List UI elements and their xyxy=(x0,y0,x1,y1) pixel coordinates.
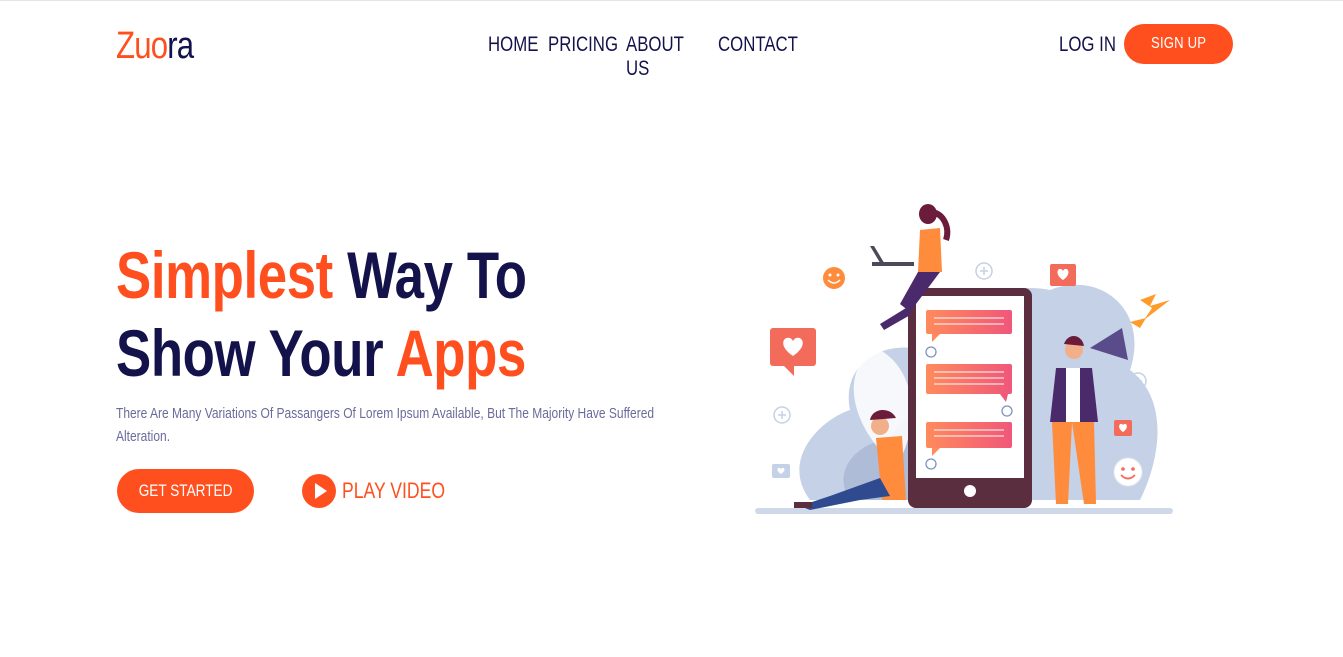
hero-illustration xyxy=(755,204,1173,514)
heart-icon xyxy=(772,464,790,478)
login-link[interactable]: LOG IN xyxy=(1059,33,1116,57)
play-icon xyxy=(302,474,336,508)
signup-button-label: SIGN UP xyxy=(1150,35,1207,52)
hero-title-part-1: Way To xyxy=(332,238,527,312)
smile-icon xyxy=(823,267,845,289)
nav-item-home[interactable]: HOME xyxy=(488,33,538,81)
phone-home-button xyxy=(964,485,976,497)
heart-icon xyxy=(1050,264,1076,286)
hero-description: There Are Many Variations Of Passangers … xyxy=(116,405,655,445)
hero-title-accent-2: Apps xyxy=(395,316,527,390)
play-video-button[interactable]: PLAY VIDEO xyxy=(302,474,471,508)
nav-item-contact[interactable]: CONTACT xyxy=(718,33,798,81)
nav-item-about-us[interactable]: ABOUT US xyxy=(626,33,687,81)
get-started-label: GET STARTED xyxy=(138,481,233,500)
brand-logo-part2: ra xyxy=(167,25,194,67)
smile-icon xyxy=(1113,457,1143,487)
get-started-button[interactable]: GET STARTED xyxy=(117,469,254,513)
plus-circle-icon xyxy=(773,406,791,424)
heart-icon xyxy=(770,328,816,376)
nav-item-pricing[interactable]: PRICING xyxy=(548,33,618,81)
play-video-label: PLAY VIDEO xyxy=(342,478,446,503)
ground-line xyxy=(755,508,1173,514)
lightning-icon xyxy=(1130,318,1146,328)
hero-title-accent-1: Simplest xyxy=(116,238,333,312)
brand-logo[interactable]: Zuora xyxy=(116,24,194,68)
signup-button[interactable]: SIGN UP xyxy=(1124,24,1233,64)
hero-title: Simplest Way To Show Your Apps xyxy=(116,236,527,392)
lightning-icon xyxy=(1140,294,1170,320)
heart-icon xyxy=(1114,420,1132,436)
main-nav: HOME PRICING ABOUT US CONTACT xyxy=(488,33,798,81)
plus-circle-icon xyxy=(975,262,993,280)
top-border xyxy=(0,0,1343,1)
brand-logo-part1: Zuo xyxy=(116,25,168,67)
hero-title-part-2: Show Your xyxy=(116,316,396,390)
